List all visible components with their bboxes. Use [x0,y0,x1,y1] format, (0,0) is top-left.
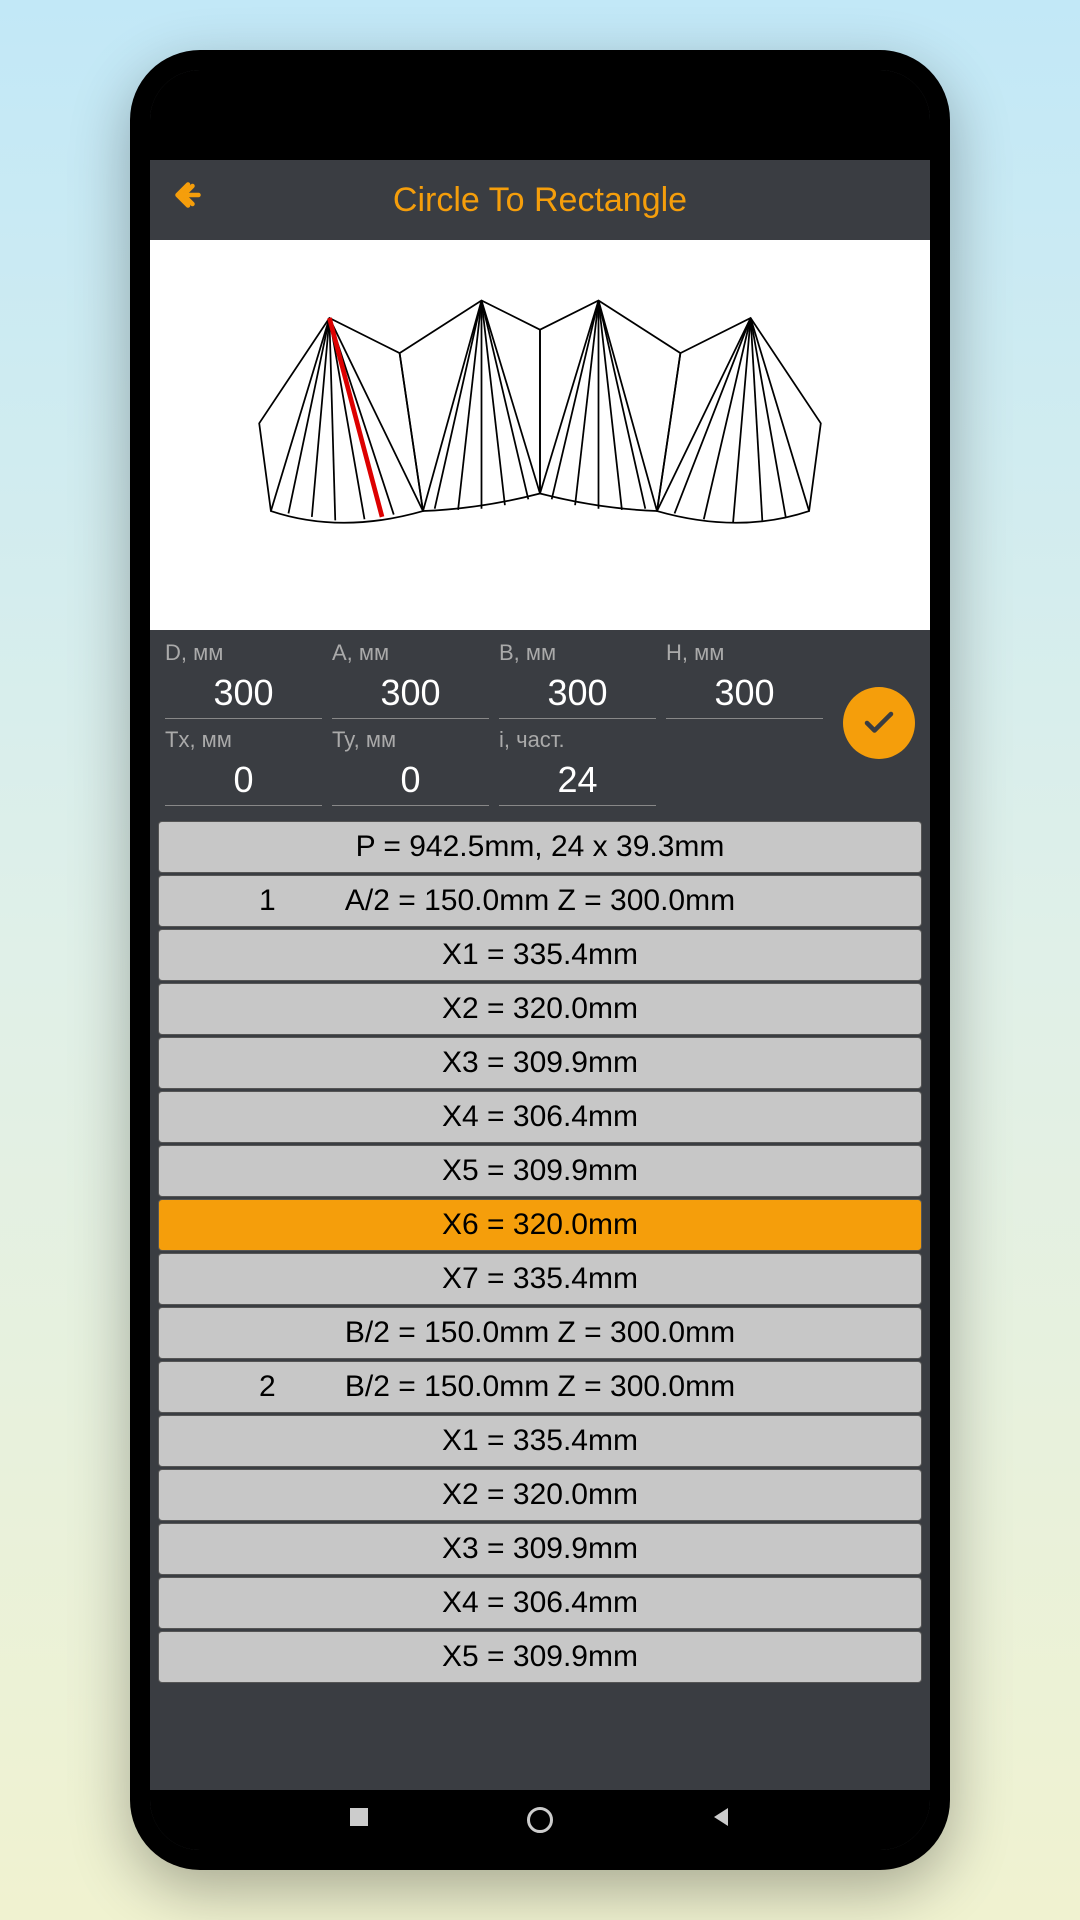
result-row[interactable]: 1 A/2 = 150.0mm Z = 300.0mm [158,875,922,927]
result-row-text: X5 = 309.9mm [442,1154,638,1188]
result-row-text: B/2 = 150.0mm Z = 300.0mm [345,1370,735,1404]
result-row-text: X4 = 306.4mm [442,1586,638,1620]
input-group-d: D, мм [165,640,322,719]
result-row[interactable]: X6 = 320.0mm [158,1199,922,1251]
result-row-text: X3 = 309.9mm [442,1046,638,1080]
result-row[interactable]: X3 = 309.9mm [158,1037,922,1089]
input-b[interactable] [499,668,656,719]
input-label-a: A, мм [332,640,489,666]
result-row[interactable]: X5 = 309.9mm [158,1631,922,1683]
app-header: Circle To Rectangle [150,160,930,240]
results-list[interactable]: P = 942.5mm, 24 x 39.3mm 1 A/2 = 150.0mm Z… [150,821,930,1790]
input-i[interactable] [499,755,656,806]
input-ty[interactable] [332,755,489,806]
back-button[interactable] [170,177,206,223]
input-group-i: i, част. [499,727,656,806]
input-label-h: H, мм [666,640,823,666]
phone-screen: Circle To Rectangle [150,70,930,1850]
result-row[interactable]: X7 = 335.4mm [158,1253,922,1305]
input-label-tx: Tx, мм [165,727,322,753]
result-row-text: X2 = 320.0mm [442,1478,638,1512]
nav-recent-button[interactable] [348,1806,370,1834]
status-bar [150,70,930,160]
result-row[interactable]: X4 = 306.4mm [158,1091,922,1143]
result-row-text: X5 = 309.9mm [442,1640,638,1674]
inputs-area: D, мм A, мм B, мм H, мм Tx, мм [150,630,930,821]
result-row-index: 1 [259,884,276,918]
result-row[interactable]: X1 = 335.4mm [158,929,922,981]
input-label-b: B, мм [499,640,656,666]
result-row-text: X7 = 335.4mm [442,1262,638,1296]
input-group-a: A, мм [332,640,489,719]
result-row-text: X1 = 335.4mm [442,938,638,972]
nav-home-button[interactable] [527,1807,553,1833]
result-row[interactable]: X3 = 309.9mm [158,1523,922,1575]
result-row[interactable]: X4 = 306.4mm [158,1577,922,1629]
result-row[interactable]: P = 942.5mm, 24 x 39.3mm [158,821,922,873]
android-nav-bar [150,1790,930,1850]
phone-frame: Circle To Rectangle [130,50,950,1870]
result-row[interactable]: X5 = 309.9mm [158,1145,922,1197]
result-row-index: 2 [259,1370,276,1404]
result-row-text: A/2 = 150.0mm Z = 300.0mm [345,884,735,918]
result-row-text: X4 = 306.4mm [442,1100,638,1134]
input-group-h: H, мм [666,640,823,719]
result-row[interactable]: B/2 = 150.0mm Z = 300.0mm [158,1307,922,1359]
nav-back-button[interactable] [710,1806,732,1834]
pattern-diagram [189,279,891,591]
input-h[interactable] [666,668,823,719]
input-label-d: D, мм [165,640,322,666]
circle-icon [527,1807,553,1833]
result-row-text: X6 = 320.0mm [442,1208,638,1242]
result-row-text: P = 942.5mm, 24 x 39.3mm [356,830,725,864]
diagram-area [150,240,930,630]
input-d[interactable] [165,668,322,719]
page-title: Circle To Rectangle [150,181,930,220]
result-row[interactable]: X2 = 320.0mm [158,983,922,1035]
result-row[interactable]: 2 B/2 = 150.0mm Z = 300.0mm [158,1361,922,1413]
triangle-left-icon [710,1806,732,1828]
input-group-tx: Tx, мм [165,727,322,806]
inputs-grid: D, мм A, мм B, мм H, мм Tx, мм [165,640,823,806]
input-label-ty: Ty, мм [332,727,489,753]
input-a[interactable] [332,668,489,719]
arrow-left-icon [170,177,206,213]
input-tx[interactable] [165,755,322,806]
confirm-button[interactable] [843,687,915,759]
result-row-text: X1 = 335.4mm [442,1424,638,1458]
input-label-i: i, част. [499,727,656,753]
result-row[interactable]: X2 = 320.0mm [158,1469,922,1521]
result-row-text: B/2 = 150.0mm Z = 300.0mm [345,1316,735,1350]
result-row[interactable]: X1 = 335.4mm [158,1415,922,1467]
result-row-text: X2 = 320.0mm [442,992,638,1026]
square-icon [348,1806,370,1828]
check-icon [861,705,897,741]
result-row-text: X3 = 309.9mm [442,1532,638,1566]
input-group-b: B, мм [499,640,656,719]
input-group-ty: Ty, мм [332,727,489,806]
